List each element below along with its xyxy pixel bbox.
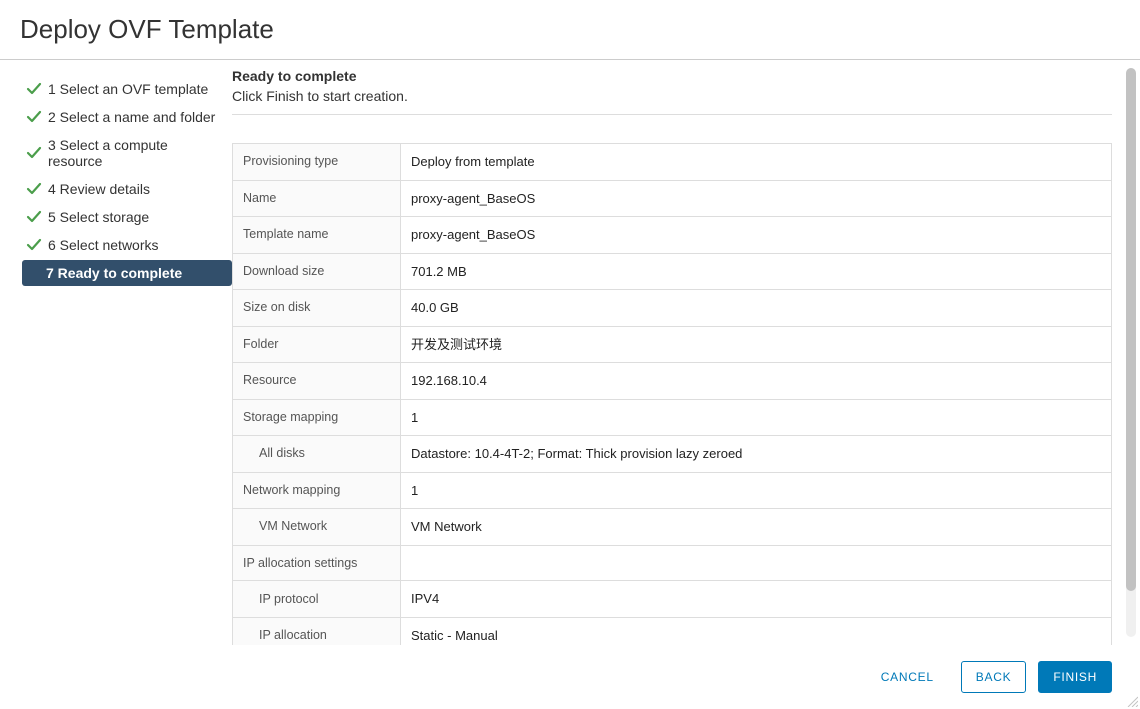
summary-value: proxy-agent_BaseOS bbox=[401, 180, 1112, 217]
wizard-step-3[interactable]: 3 Select a compute resource bbox=[22, 132, 232, 174]
section-title: Ready to complete bbox=[232, 68, 1112, 84]
check-icon bbox=[26, 109, 42, 125]
summary-row: Download size701.2 MB bbox=[233, 253, 1112, 290]
check-icon bbox=[26, 237, 42, 253]
wizard-steps: 1 Select an OVF template 2 Select a name … bbox=[0, 60, 232, 645]
summary-key: IP allocation settings bbox=[233, 545, 401, 581]
summary-row: Nameproxy-agent_BaseOS bbox=[233, 180, 1112, 217]
section-subtitle: Click Finish to start creation. bbox=[232, 88, 1112, 115]
cancel-button[interactable]: CANCEL bbox=[866, 661, 949, 693]
resize-grip-icon[interactable] bbox=[1126, 695, 1138, 707]
summary-key: Template name bbox=[233, 217, 401, 254]
summary-row: All disksDatastore: 10.4-4T-2; Format: T… bbox=[233, 436, 1112, 473]
summary-key: Storage mapping bbox=[233, 399, 401, 436]
ovf-deploy-dialog: Deploy OVF Template 1 Select an OVF temp… bbox=[0, 0, 1140, 709]
wizard-step-2[interactable]: 2 Select a name and folder bbox=[22, 104, 232, 130]
summary-row: VM NetworkVM Network bbox=[233, 509, 1112, 546]
summary-table: Provisioning typeDeploy from templateNam… bbox=[232, 143, 1112, 645]
content-wrap: Ready to complete Click Finish to start … bbox=[232, 60, 1140, 645]
wizard-step-label: 1 Select an OVF template bbox=[48, 81, 208, 97]
summary-row: Provisioning typeDeploy from template bbox=[233, 144, 1112, 181]
summary-key: Network mapping bbox=[233, 472, 401, 509]
summary-key: IP allocation bbox=[233, 617, 401, 645]
summary-row: IP protocolIPV4 bbox=[233, 581, 1112, 618]
summary-key: All disks bbox=[233, 436, 401, 473]
check-icon bbox=[26, 145, 42, 161]
summary-key: Download size bbox=[233, 253, 401, 290]
wizard-step-5[interactable]: 5 Select storage bbox=[22, 204, 232, 230]
wizard-step-label: 5 Select storage bbox=[48, 209, 149, 225]
summary-row: Folder开发及测试环境 bbox=[233, 326, 1112, 363]
wizard-step-label: 7 Ready to complete bbox=[46, 265, 182, 281]
summary-value: 1 bbox=[401, 399, 1112, 436]
wizard-step-4[interactable]: 4 Review details bbox=[22, 176, 232, 202]
summary-value: Static - Manual bbox=[401, 617, 1112, 645]
dialog-title: Deploy OVF Template bbox=[0, 0, 1140, 60]
summary-value: IPV4 bbox=[401, 581, 1112, 618]
content: Ready to complete Click Finish to start … bbox=[232, 60, 1140, 645]
summary-row: IP allocation settings bbox=[233, 545, 1112, 581]
summary-key: Name bbox=[233, 180, 401, 217]
summary-value: proxy-agent_BaseOS bbox=[401, 217, 1112, 254]
summary-value: 192.168.10.4 bbox=[401, 363, 1112, 400]
summary-key: Resource bbox=[233, 363, 401, 400]
summary-row: Network mapping1 bbox=[233, 472, 1112, 509]
summary-value: Deploy from template bbox=[401, 144, 1112, 181]
summary-row: Template nameproxy-agent_BaseOS bbox=[233, 217, 1112, 254]
summary-value: VM Network bbox=[401, 509, 1112, 546]
check-icon bbox=[26, 209, 42, 225]
finish-button[interactable]: FINISH bbox=[1038, 661, 1112, 693]
back-button[interactable]: BACK bbox=[961, 661, 1027, 693]
wizard-step-label: 6 Select networks bbox=[48, 237, 159, 253]
check-icon bbox=[26, 81, 42, 97]
summary-value: 1 bbox=[401, 472, 1112, 509]
wizard-step-label: 4 Review details bbox=[48, 181, 150, 197]
dialog-footer: CANCEL BACK FINISH bbox=[0, 645, 1140, 709]
summary-key: Size on disk bbox=[233, 290, 401, 327]
wizard-step-label: 2 Select a name and folder bbox=[48, 109, 215, 125]
summary-key: IP protocol bbox=[233, 581, 401, 618]
summary-value: 开发及测试环境 bbox=[401, 326, 1112, 363]
summary-key: Folder bbox=[233, 326, 401, 363]
summary-value bbox=[401, 545, 1112, 581]
summary-row: Resource192.168.10.4 bbox=[233, 363, 1112, 400]
scrollbar-thumb[interactable] bbox=[1126, 68, 1136, 591]
check-icon bbox=[26, 181, 42, 197]
summary-key: VM Network bbox=[233, 509, 401, 546]
scrollbar-track[interactable] bbox=[1126, 68, 1136, 637]
wizard-step-1[interactable]: 1 Select an OVF template bbox=[22, 76, 232, 102]
summary-row: Size on disk40.0 GB bbox=[233, 290, 1112, 327]
summary-key: Provisioning type bbox=[233, 144, 401, 181]
wizard-step-7[interactable]: 7 Ready to complete bbox=[22, 260, 232, 286]
summary-row: Storage mapping1 bbox=[233, 399, 1112, 436]
wizard-step-6[interactable]: 6 Select networks bbox=[22, 232, 232, 258]
summary-row: IP allocationStatic - Manual bbox=[233, 617, 1112, 645]
summary-value: 701.2 MB bbox=[401, 253, 1112, 290]
summary-value: Datastore: 10.4-4T-2; Format: Thick prov… bbox=[401, 436, 1112, 473]
wizard-step-label: 3 Select a compute resource bbox=[48, 137, 224, 169]
summary-value: 40.0 GB bbox=[401, 290, 1112, 327]
dialog-body: 1 Select an OVF template 2 Select a name … bbox=[0, 60, 1140, 645]
